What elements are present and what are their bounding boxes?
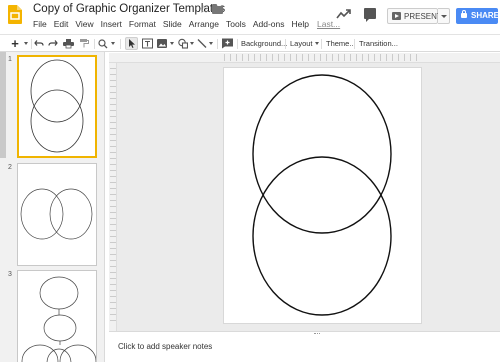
vertical-ruler[interactable]: [109, 63, 117, 331]
venn-horizontal-thumbnail: [20, 188, 93, 240]
speaker-notes-panel[interactable]: Click to add speaker notes: [109, 331, 500, 362]
speaker-notes-placeholder[interactable]: Click to add speaker notes: [118, 342, 212, 351]
shape-icon[interactable]: [178, 37, 188, 50]
zoom-dropdown[interactable]: [110, 37, 116, 50]
layout-button[interactable]: Layout: [290, 37, 319, 50]
menu-arrange[interactable]: Arrange: [189, 19, 219, 29]
menu-slide[interactable]: Slide: [163, 19, 182, 29]
menu-format[interactable]: Format: [129, 19, 156, 29]
image-dropdown[interactable]: [169, 37, 175, 50]
menu-file[interactable]: File: [33, 19, 47, 29]
folder-icon[interactable]: [212, 4, 223, 14]
layout-label: Layout: [290, 39, 313, 48]
slide-filmstrip[interactable]: 1 2 3: [0, 52, 105, 362]
paint-format-icon[interactable]: [79, 37, 89, 50]
horizontal-ruler[interactable]: [109, 53, 500, 63]
venn-vertical-diagram[interactable]: [224, 68, 421, 323]
theme-button[interactable]: Theme...: [326, 37, 356, 50]
app-header: Copy of Graphic Organizer Templates ☆ Fi…: [0, 0, 500, 34]
menu-insert[interactable]: Insert: [101, 19, 122, 29]
new-slide-dropdown[interactable]: [23, 37, 29, 50]
menu-bar: File Edit View Insert Format Slide Arran…: [33, 19, 347, 29]
print-icon[interactable]: [63, 37, 74, 50]
lock-icon: [461, 10, 467, 18]
menu-addons[interactable]: Add-ons: [253, 19, 285, 29]
slide-thumbnail-3[interactable]: [17, 270, 97, 362]
activity-trend-icon[interactable]: [336, 8, 352, 20]
transition-button[interactable]: Transition...: [359, 37, 398, 50]
menu-view[interactable]: View: [75, 19, 93, 29]
venn-vertical-thumbnail: [30, 59, 84, 153]
new-slide-icon[interactable]: +: [8, 36, 22, 51]
slides-app: Copy of Graphic Organizer Templates ☆ Fi…: [0, 0, 500, 362]
comments-icon[interactable]: [364, 8, 376, 22]
slide-thumbnail-1[interactable]: [17, 55, 97, 158]
layout-dropdown-icon: [314, 42, 319, 45]
menu-help[interactable]: Help: [292, 19, 309, 29]
zoom-icon[interactable]: [98, 37, 108, 50]
star-icon[interactable]: ☆: [199, 3, 209, 16]
text-box-icon[interactable]: [142, 37, 153, 50]
image-icon[interactable]: [157, 37, 167, 50]
present-label: PRESENT: [404, 12, 442, 21]
slide-thumbnail-2[interactable]: [17, 163, 97, 266]
menu-edit[interactable]: Edit: [54, 19, 69, 29]
slide-canvas-area[interactable]: [117, 63, 500, 331]
background-button[interactable]: Background...: [241, 37, 287, 50]
share-button[interactable]: SHARE: [456, 8, 500, 24]
slide-number: 1: [8, 56, 12, 63]
select-cursor-icon[interactable]: [125, 37, 138, 50]
toolbar: + Background... Layout Theme... Transiti…: [0, 34, 500, 52]
selected-slide-marker: [0, 52, 6, 158]
line-dropdown[interactable]: [208, 37, 214, 50]
document-title[interactable]: Copy of Graphic Organizer Templates: [33, 3, 225, 15]
circle-tree-thumbnail: [21, 276, 96, 362]
slide-number: 2: [8, 164, 12, 171]
undo-icon[interactable]: [34, 37, 44, 50]
notes-resize-handle[interactable]: [314, 333, 320, 335]
share-label: SHARE: [471, 11, 500, 20]
present-button[interactable]: PRESENT: [387, 8, 442, 24]
shape-dropdown[interactable]: [189, 37, 195, 50]
last-edit-link[interactable]: Last...: [317, 19, 340, 29]
present-options-dropdown[interactable]: [438, 8, 450, 24]
slides-logo-icon[interactable]: [8, 5, 22, 24]
slide-number: 3: [8, 271, 12, 278]
slide-page[interactable]: [224, 68, 421, 323]
redo-icon[interactable]: [48, 37, 58, 50]
line-icon[interactable]: [197, 37, 207, 50]
present-play-icon: [392, 12, 401, 20]
comment-add-icon[interactable]: [222, 37, 233, 50]
menu-tools[interactable]: Tools: [226, 19, 246, 29]
